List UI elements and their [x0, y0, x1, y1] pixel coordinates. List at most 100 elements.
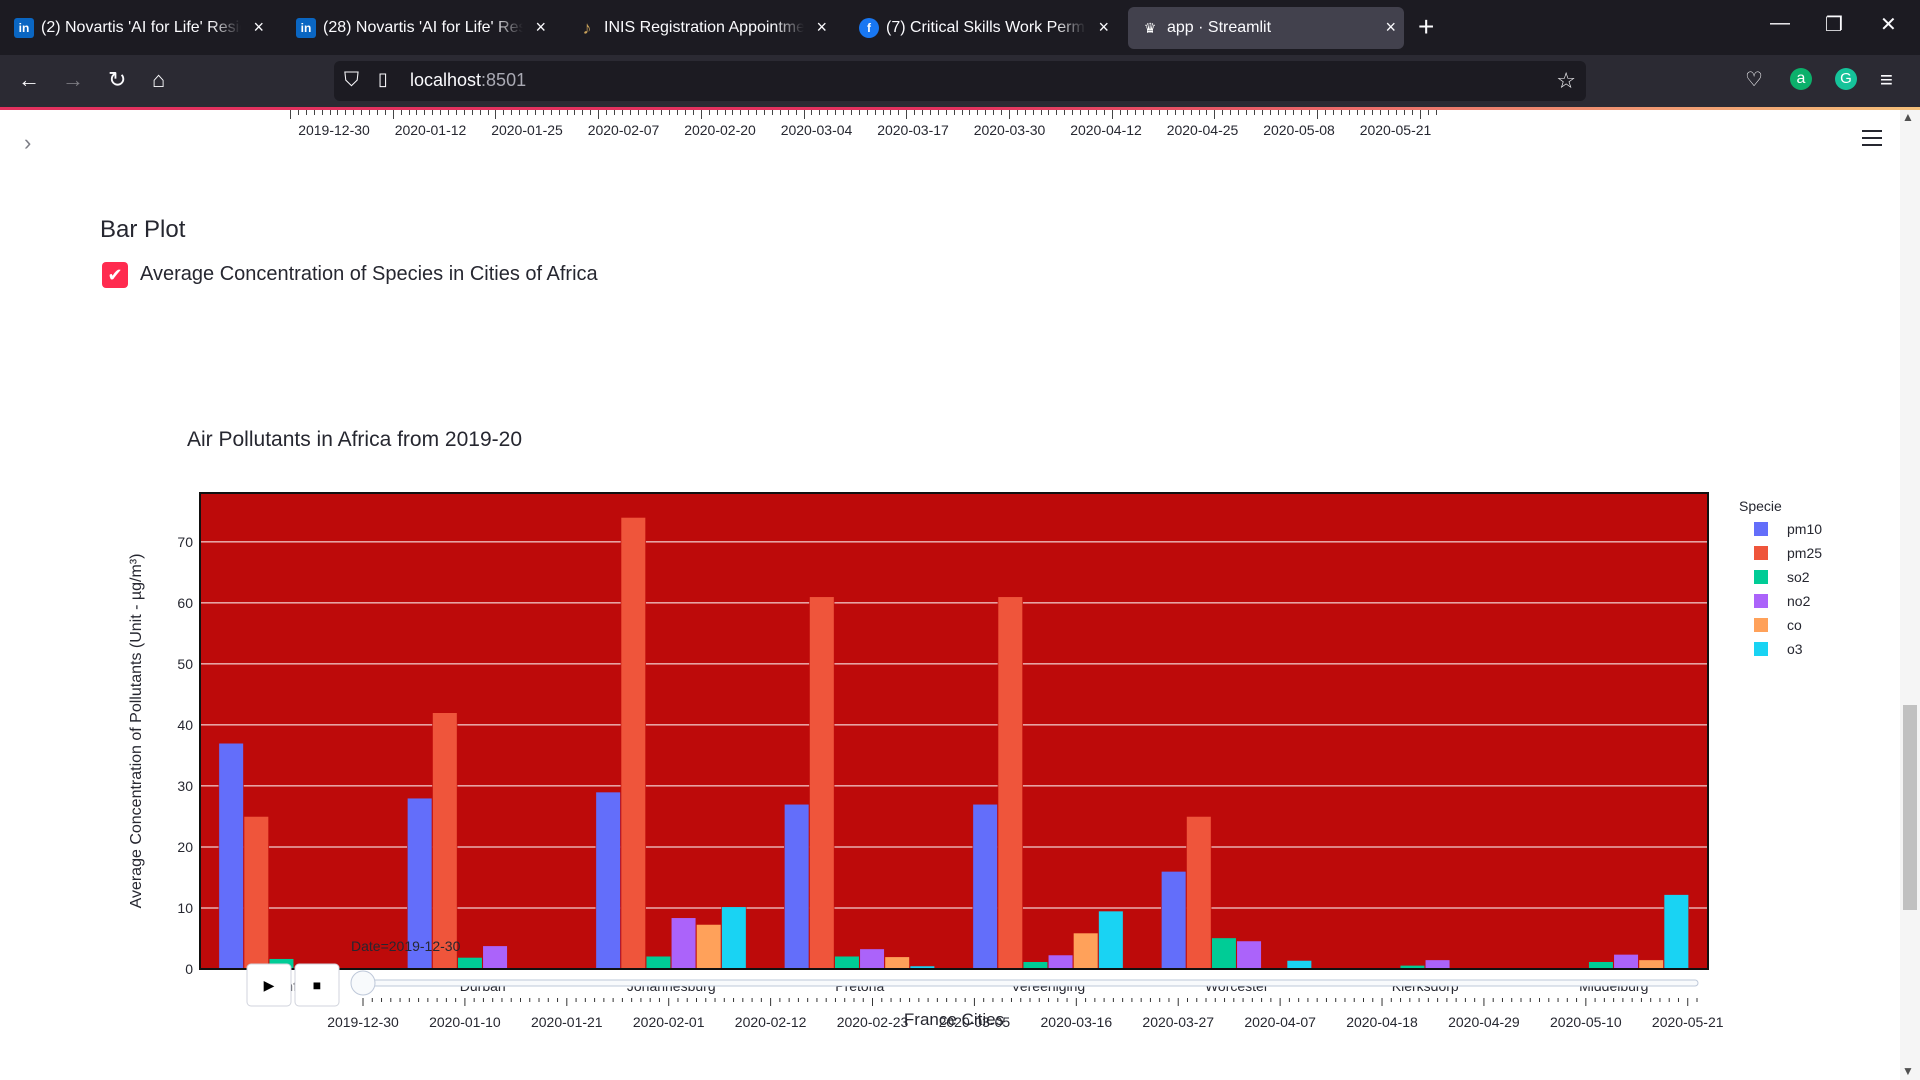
- bar-o3[interactable]: [721, 906, 747, 970]
- close-tab-icon[interactable]: ×: [1098, 17, 1109, 38]
- url-bar[interactable]: ⛉ ▯ localhost:8501 ☆: [334, 61, 1586, 101]
- bar-pm10[interactable]: [972, 803, 998, 970]
- bar-co[interactable]: [1073, 932, 1099, 970]
- slider-tick: [1190, 110, 1192, 115]
- slider-tick: [882, 110, 884, 115]
- bar-pm25[interactable]: [1186, 816, 1212, 970]
- slider-tick: [527, 110, 528, 115]
- slider-tick-label: 2020-01-10: [429, 1014, 501, 1030]
- legend-label-pm25: pm25: [1787, 545, 1822, 561]
- legend-swatch-so2[interactable]: [1754, 570, 1768, 584]
- top-axis-date-label: 2020-05-21: [1359, 122, 1432, 138]
- browser-tab-1[interactable]: in (2) Novartis 'AI for Life' Residen ×: [2, 7, 272, 49]
- home-icon[interactable]: ⌂: [152, 67, 165, 93]
- close-tab-icon[interactable]: ×: [253, 17, 264, 38]
- browser-tab-3[interactable]: ♪ INIS Registration Appointment ×: [565, 7, 835, 49]
- pocket-icon[interactable]: ♡: [1745, 67, 1763, 92]
- browser-tab-2[interactable]: in (28) Novartis 'AI for Life' Reside ×: [284, 7, 554, 49]
- bar-so2[interactable]: [1588, 961, 1614, 970]
- bar-pm10[interactable]: [595, 791, 621, 970]
- bar-pm25[interactable]: [997, 596, 1023, 970]
- bar-o3[interactable]: [1663, 894, 1689, 970]
- minimize-icon[interactable]: —: [1770, 12, 1790, 35]
- shield-icon[interactable]: ⛉: [344, 69, 359, 92]
- slider-tick: [645, 110, 647, 115]
- bar-no2[interactable]: [859, 948, 885, 970]
- close-window-icon[interactable]: ✕: [1880, 12, 1897, 37]
- legend-swatch-pm25[interactable]: [1754, 546, 1768, 560]
- reload-icon[interactable]: ↻: [108, 67, 126, 93]
- checkbox-label[interactable]: Average Concentration of Species in Citi…: [140, 263, 598, 286]
- bar-o3[interactable]: [1098, 910, 1124, 970]
- streamlit-menu-icon[interactable]: [1862, 130, 1882, 151]
- bar-no2[interactable]: [1047, 954, 1074, 970]
- bookmark-star-icon[interactable]: ☆: [1556, 68, 1576, 94]
- back-arrow-icon[interactable]: ←: [18, 67, 40, 93]
- tab-label: (7) Critical Skills Work Permit Ire: [886, 19, 1086, 36]
- bar-pm25[interactable]: [620, 517, 646, 970]
- bar-pm25[interactable]: [432, 712, 458, 970]
- legend-swatch-no2[interactable]: [1754, 594, 1768, 608]
- slider-tick: [1238, 110, 1239, 115]
- slider-tick: [376, 110, 378, 115]
- bar-no2[interactable]: [1424, 959, 1451, 970]
- bar-no2[interactable]: [482, 945, 508, 970]
- extension-a-icon[interactable]: a: [1790, 68, 1812, 90]
- slider-tick: [337, 110, 339, 115]
- bar-so2[interactable]: [1022, 961, 1049, 970]
- bar-so2[interactable]: [834, 955, 860, 970]
- slider-tick: [835, 110, 837, 115]
- legend-swatch-o3[interactable]: [1754, 642, 1768, 656]
- bar-pm25[interactable]: [243, 816, 269, 970]
- bar-so2[interactable]: [1211, 937, 1237, 970]
- page-scrollbar[interactable]: [1900, 110, 1920, 1080]
- page-info-icon[interactable]: ▯: [378, 69, 388, 90]
- bar-no2[interactable]: [1613, 954, 1639, 970]
- slider-tick: [1040, 110, 1042, 115]
- legend-swatch-pm10[interactable]: [1754, 522, 1768, 536]
- close-tab-icon[interactable]: ×: [1385, 17, 1396, 38]
- close-tab-icon[interactable]: ×: [535, 17, 546, 38]
- slider-handle[interactable]: [350, 970, 376, 996]
- slider-rail[interactable]: [362, 979, 1699, 987]
- bar-co[interactable]: [884, 956, 910, 970]
- slider-tick: [598, 110, 600, 119]
- close-tab-icon[interactable]: ×: [816, 17, 827, 38]
- url-port: :8501: [481, 70, 527, 90]
- top-axis-date-label: 2020-02-20: [684, 122, 756, 138]
- new-tab-icon[interactable]: +: [1418, 10, 1434, 44]
- bar-pm10[interactable]: [1161, 871, 1187, 970]
- legend-title: Specie: [1739, 498, 1782, 514]
- bar-no2[interactable]: [670, 917, 697, 970]
- sidebar-expand-chevron-icon[interactable]: ›: [24, 130, 31, 156]
- scroll-down-arrow-icon[interactable]: ▼: [1902, 1064, 1914, 1078]
- slider-tick-label: 2020-02-12: [735, 1014, 807, 1030]
- browser-tab-5[interactable]: ♛ app · Streamlit ×: [1128, 7, 1404, 49]
- app-menu-icon[interactable]: ≡: [1880, 67, 1893, 93]
- slider-tick: [1317, 110, 1318, 119]
- checkbox[interactable]: ✔: [102, 262, 128, 288]
- slider-tick: [455, 110, 457, 115]
- grammarly-icon[interactable]: G: [1835, 68, 1857, 90]
- slider-tick: [874, 110, 876, 115]
- slider-tick: [1411, 110, 1413, 115]
- restore-icon[interactable]: ❐: [1825, 12, 1843, 37]
- bar-co[interactable]: [696, 924, 722, 970]
- slider-tick: [843, 110, 844, 115]
- scrollbar-thumb[interactable]: [1903, 705, 1917, 910]
- bar-pm10[interactable]: [218, 742, 244, 970]
- bar-so2[interactable]: [645, 955, 672, 970]
- forward-arrow-icon[interactable]: →: [62, 67, 84, 93]
- y-tick-label: 60: [177, 595, 193, 611]
- browser-tab-4[interactable]: f (7) Critical Skills Work Permit Ire ×: [847, 7, 1117, 49]
- bar-pm25[interactable]: [809, 596, 835, 970]
- url-text[interactable]: localhost:8501: [410, 70, 526, 91]
- bar-no2[interactable]: [1236, 940, 1262, 970]
- bar-co[interactable]: [1638, 959, 1664, 970]
- scroll-up-arrow-icon[interactable]: ▲: [1902, 110, 1914, 124]
- bar-so2[interactable]: [457, 957, 483, 970]
- bar-o3[interactable]: [1286, 960, 1312, 970]
- legend-swatch-co[interactable]: [1754, 618, 1768, 632]
- top-axis-date-label: 2020-01-25: [491, 122, 563, 138]
- bar-pm10[interactable]: [784, 803, 810, 970]
